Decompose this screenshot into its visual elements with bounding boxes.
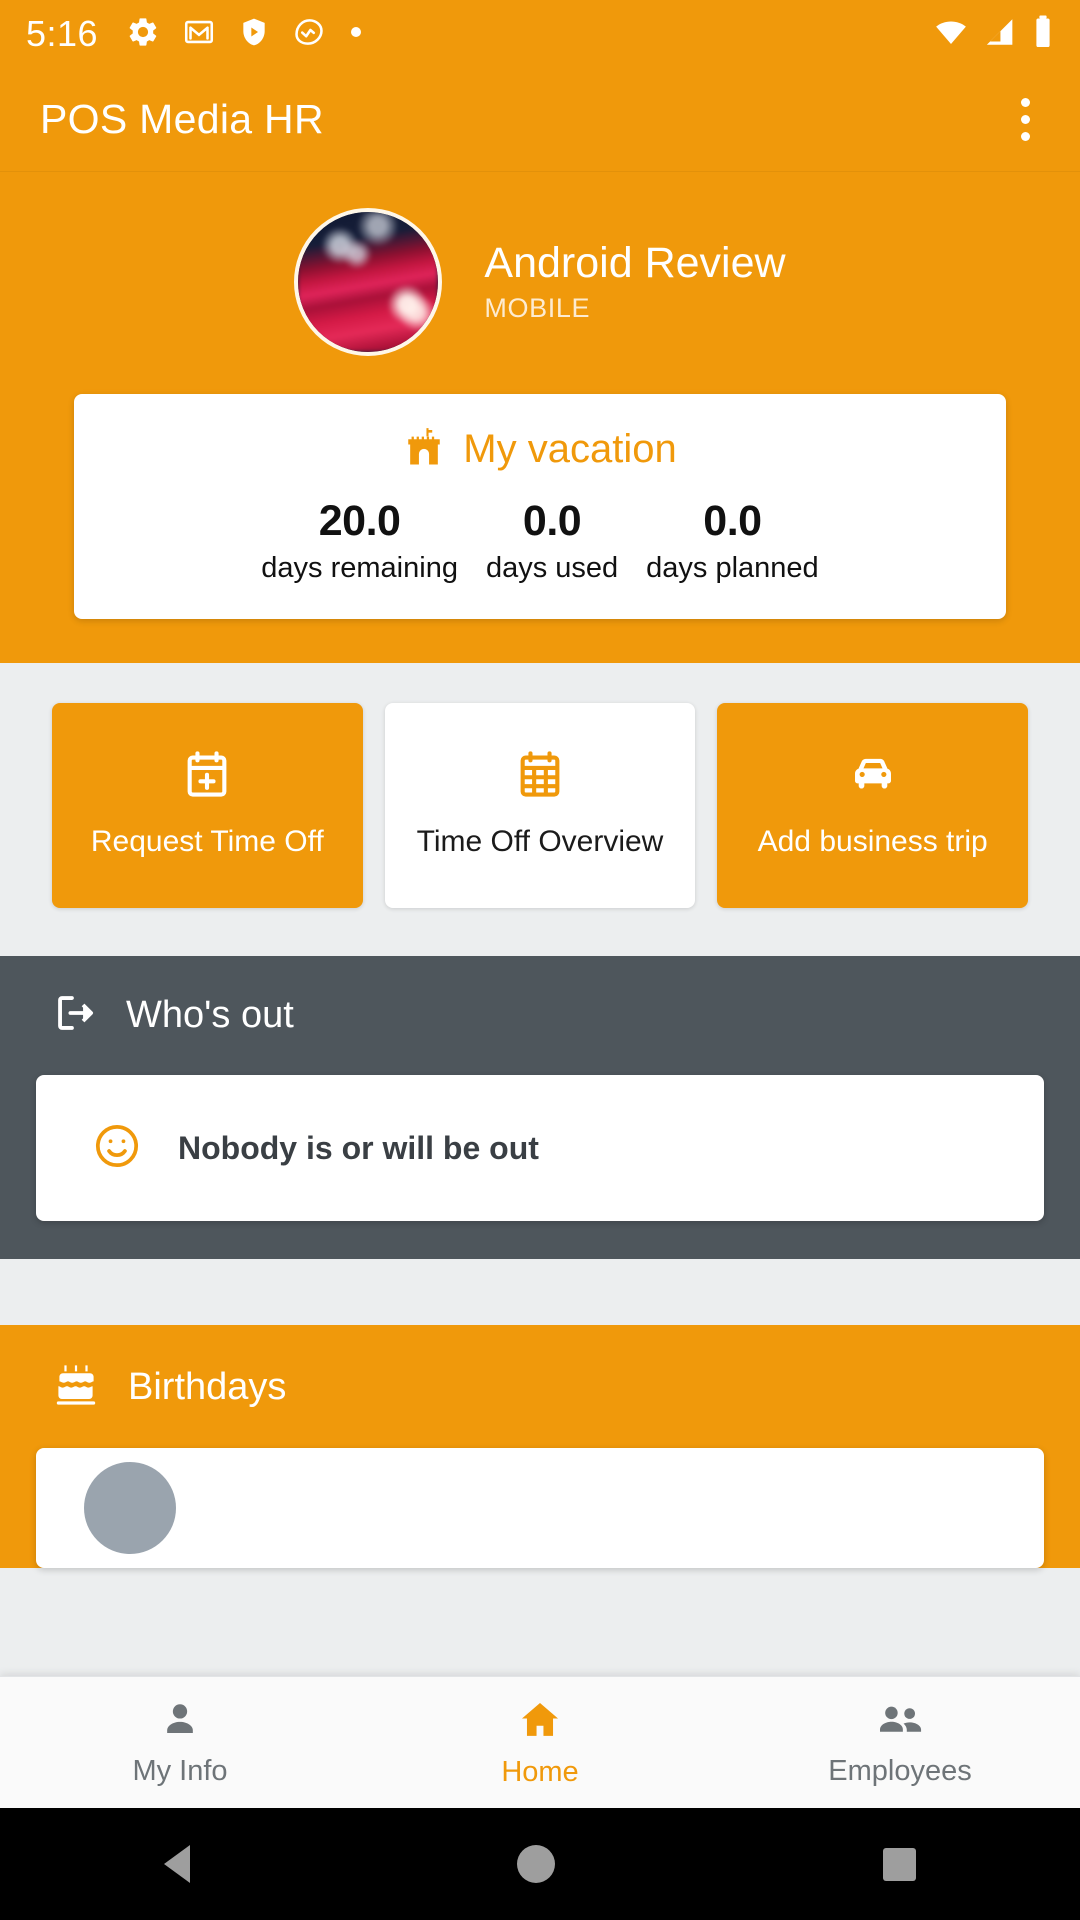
whos-out-header: Who's out [0,990,1080,1041]
quick-actions: Request Time Off Time Off Overview Add b… [0,703,1080,908]
app-bar: POS Media HR [0,68,1080,172]
birthday-card[interactable] [36,1448,1044,1568]
car-icon [845,748,901,805]
people-icon [875,1698,925,1747]
calendar-plus-icon [181,748,233,805]
action-label: Time Off Overview [416,825,664,859]
whos-out-section: Who's out Nobody is or will be out [0,956,1080,1259]
status-system-icons [932,14,1054,55]
recents-button-icon[interactable] [883,1847,917,1881]
gmail-icon [182,15,216,54]
action-label: Request Time Off [90,825,324,859]
nav-item-employees[interactable]: Employees [720,1677,1080,1808]
person-icon [158,1698,202,1747]
overflow-dot-icon [1021,98,1030,107]
overflow-menu-button[interactable] [1011,88,1040,151]
avatar [84,1462,176,1554]
vacation-stat-used: 0.0 days used [472,497,632,585]
system-navigation-bar [0,1808,1080,1920]
birthdays-section: Birthdays [0,1325,1080,1568]
stat-value: 0.0 [703,497,762,545]
profile-role: MOBILE [484,293,591,324]
add-business-trip-button[interactable]: Add business trip [717,703,1029,908]
vacation-title: My vacation [463,427,677,471]
vacation-stat-planned: 0.0 days planned [632,497,833,585]
stat-label: days remaining [261,552,458,584]
birthdays-title: Birthdays [128,1366,287,1408]
smiley-icon [92,1121,142,1176]
dot-icon [348,24,364,45]
nav-item-my-info[interactable]: My Info [0,1677,360,1808]
exit-arrow-icon [52,990,98,1041]
vacation-stats: 20.0 days remaining 0.0 days used 0.0 da… [98,497,982,585]
status-bar: 5:16 [0,0,1080,68]
home-button-icon[interactable] [517,1845,556,1883]
action-label: Add business trip [757,825,988,859]
stat-label: days planned [646,552,819,584]
whos-out-title: Who's out [126,994,294,1036]
time-off-overview-button[interactable]: Time Off Overview [384,703,696,908]
avatar[interactable] [294,208,443,356]
my-vacation-card[interactable]: My vacation 20.0 days remaining 0.0 days… [74,394,1006,619]
whos-out-empty-message: Nobody is or will be out [178,1129,539,1166]
wifi-icon [932,15,970,54]
stat-value: 0.0 [522,497,582,545]
app-screen: 5:16 POS Media HR Android Review MOBILE … [0,0,1080,1920]
shield-play-icon [238,16,270,53]
home-icon [517,1697,563,1748]
profile-hero: Android Review MOBILE My vacation 20.0 d… [0,172,1080,663]
birthdays-header: Birthdays [0,1361,1080,1414]
stat-label: days used [485,552,619,584]
nav-label: My Info [132,1754,228,1787]
stat-value: 20.0 [318,497,401,545]
vacation-card-container: My vacation 20.0 days remaining 0.0 days… [0,394,1080,619]
gear-icon [126,15,160,54]
overflow-dot-icon [1021,132,1030,141]
vacation-stat-remaining: 20.0 days remaining [247,497,472,585]
status-notification-icons [126,15,364,54]
back-button-icon[interactable] [163,1845,190,1883]
nav-label: Home [501,1755,579,1788]
whos-out-empty-card[interactable]: Nobody is or will be out [36,1075,1044,1221]
castle-icon [403,426,445,473]
status-time: 5:16 [26,13,99,54]
cell-signal-icon [984,15,1018,54]
page-title: POS Media HR [40,96,324,142]
profile-name: Android Review [484,238,786,287]
request-time-off-button[interactable]: Request Time Off [52,703,363,908]
birthday-cake-icon [52,1361,100,1414]
nav-label: Employees [828,1754,972,1787]
overflow-dot-icon [1021,115,1030,124]
section-spacer [0,1259,1080,1325]
nav-item-home[interactable]: Home [360,1677,720,1808]
calendar-grid-icon [514,748,566,805]
bottom-navigation: My Info Home Employees [0,1676,1080,1808]
activity-icon [292,15,326,54]
profile-summary[interactable]: Android Review MOBILE [0,208,1080,356]
battery-icon [1032,14,1054,55]
